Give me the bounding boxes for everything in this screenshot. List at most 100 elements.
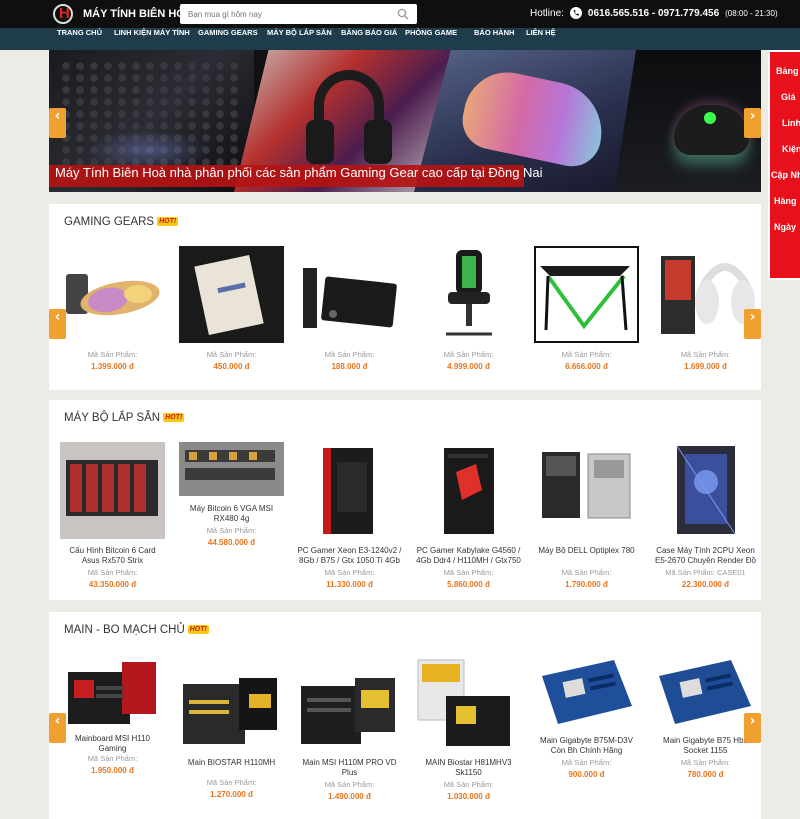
- nav-home[interactable]: TRANG CHỦ: [57, 28, 102, 50]
- mainboards-next-arrow[interactable]: ›: [744, 713, 761, 743]
- product-code: Mã Sản Phẩm: CASE01: [665, 568, 746, 577]
- section-title: GAMING GEARS HoT!: [64, 216, 179, 228]
- product-name[interactable]: Main Gigabyte B75 Hbh Socket 1155: [653, 736, 758, 756]
- site-logo[interactable]: H MÁY TÍNH BIÊN HÒA: [53, 3, 193, 25]
- product-code-label: Mã Sản Phẩm:: [680, 758, 731, 767]
- section-title: MÁY BỘ LẮP SẴN HoT!: [64, 412, 185, 424]
- product-name[interactable]: Main BIOSTAR H110MH: [179, 758, 284, 768]
- product-name[interactable]: Main MSI H110M PRO VD Plus: [297, 758, 402, 778]
- nav-warranty[interactable]: BẢO HÀNH: [474, 28, 514, 50]
- product-price: 5.860.000 đ: [447, 580, 490, 589]
- product-image: [416, 442, 521, 539]
- product-code-label: Mã Sản Phẩm:: [206, 778, 257, 787]
- side-banner-word: Giá: [781, 92, 796, 102]
- product-code-label: Mã Sản Phẩm:: [443, 568, 494, 577]
- banner-razer-mouse-image: [614, 50, 761, 192]
- section-prebuilt-pcs: MÁY BỘ LẮP SẴN HoT! Cấu Hình Bitcoin 6 Ca…: [49, 400, 761, 600]
- product-code-label: Mã Sản Phẩm:: [206, 526, 257, 535]
- product-image: [60, 442, 165, 539]
- product-name[interactable]: Case Máy Tính 2CPU Xeon E5-2670 Chuyên R…: [653, 546, 758, 566]
- logo-text: MÁY TÍNH BIÊN HÒA: [83, 8, 193, 20]
- product-name[interactable]: PC Gamer Kabylake G4560 / 4Gb Ddr4 / H11…: [416, 546, 521, 566]
- product-image: [653, 246, 758, 343]
- product-code-label: Mã Sản Phẩm:: [324, 568, 375, 577]
- product-name[interactable]: MAIN Biostar H81MHV3 Sk1150: [416, 758, 521, 778]
- product-price: 4.999.000 đ: [447, 362, 490, 371]
- gaming-gears-prev-arrow[interactable]: ‹: [49, 309, 66, 339]
- nav-computer-parts[interactable]: LINH KIỆN MÁY TÍNH: [114, 28, 190, 50]
- product-image: [297, 670, 402, 750]
- product-image: [179, 246, 284, 343]
- section-mainboards: MAIN - BO MẠCH CHỦ HoT! Mainboard MSI H11…: [49, 612, 761, 819]
- product-price: 188.000 đ: [331, 362, 368, 371]
- product-image: [179, 670, 284, 750]
- product-image: [60, 246, 165, 343]
- product-image: [60, 656, 165, 728]
- product-name[interactable]: Máy Bộ DELL Optiplex 780: [534, 546, 639, 556]
- nav-prebuilt-pcs[interactable]: MÁY BỘ LẮP SẴN: [267, 28, 332, 50]
- product-image: [297, 442, 402, 539]
- banner-next-arrow[interactable]: ›: [744, 108, 761, 138]
- product-price: 1.699.000 đ: [684, 362, 727, 371]
- product-price: 1.030.000 đ: [447, 792, 490, 801]
- product-image: [534, 246, 639, 343]
- product-code-label: Mã Sản Phẩm:: [87, 350, 138, 359]
- product-price: 1.270.000 đ: [210, 790, 253, 799]
- product-name[interactable]: Máy Bitcoin 6 VGA MSI RX480 4g: [179, 504, 284, 524]
- product-price: 1.399.000 đ: [91, 362, 134, 371]
- gaming-gears-next-arrow[interactable]: ›: [744, 309, 761, 339]
- hotline: Hotline: 0616.565.516 - 0971.779.456 (08…: [530, 7, 778, 19]
- section-gaming-gears: GAMING GEARS HoT! Mã Sản Phẩm: 1.399.000 …: [49, 204, 761, 390]
- product-price: 11.330.000 đ: [326, 580, 373, 589]
- product-price: 1.790.000 đ: [565, 580, 608, 589]
- nav-price-list[interactable]: BẢNG BÁO GIÁ: [341, 28, 397, 50]
- phone-icon: [569, 7, 582, 19]
- search-box: [180, 4, 417, 25]
- search-input[interactable]: [180, 4, 390, 25]
- product-name[interactable]: Mainboard MSI H110 Gaming: [60, 734, 165, 754]
- top-bar: H MÁY TÍNH BIÊN HÒA Hotline: 0616.565.51…: [0, 0, 800, 28]
- nav-contact[interactable]: LIÊN HỆ: [526, 28, 556, 50]
- hotline-label: Hotline:: [530, 7, 564, 19]
- product-image: [534, 656, 639, 728]
- product-price: 43.350.000 đ: [88, 580, 137, 589]
- logo-icon: H: [53, 3, 79, 25]
- search-icon[interactable]: [397, 8, 409, 20]
- nav-game-room[interactable]: PHÒNG GAME: [405, 28, 457, 50]
- hot-badge: HoT!: [157, 217, 179, 226]
- mainboards-prev-arrow[interactable]: ‹: [49, 713, 66, 743]
- product-code-label: Mã Sản Phẩm:: [87, 568, 138, 577]
- product-price: 6.666.000 đ: [565, 362, 608, 371]
- banner-prev-arrow[interactable]: ‹: [49, 108, 66, 138]
- product-code-label: Mã Sản Phẩm:: [324, 780, 375, 789]
- side-banner-word: Cập Nhật: [771, 170, 800, 180]
- product-name[interactable]: Cấu Hình Bitcoin 6 Card Asus Rx570 Strix: [60, 546, 165, 566]
- product-image: [297, 246, 402, 343]
- product-image: [653, 442, 758, 539]
- main-nav: TRANG CHỦ LINH KIỆN MÁY TÍNH GAMING GEAR…: [0, 28, 800, 50]
- product-image: [416, 656, 521, 750]
- hot-badge: HoT!: [187, 625, 209, 634]
- product-image: [416, 246, 521, 343]
- product-image: [534, 442, 639, 522]
- banner-caption: Máy Tính Biên Hoà nhà phân phối các sản …: [49, 165, 543, 187]
- product-price: 450.000 đ: [213, 362, 250, 371]
- nav-gaming-gears[interactable]: GAMING GEARS: [198, 28, 258, 50]
- product-code-label: Mã Sản Phẩm:: [561, 568, 612, 577]
- product-code-label: Mã Sản Phẩm:: [680, 350, 731, 359]
- hotline-numbers[interactable]: 0616.565.516 - 0971.779.456: [588, 8, 719, 19]
- product-name[interactable]: PC Gamer Xeon E3-1240v2 / 8Gb / B75 / Gt…: [297, 546, 402, 566]
- product-price: 22.300.000 đ: [681, 580, 730, 589]
- side-banner-word: Linh: [782, 118, 800, 128]
- product-code-label: Mã Sản Phẩm:: [324, 350, 375, 359]
- side-banner-word: Kiện: [782, 144, 800, 154]
- product-price: 44.580.000 đ: [207, 538, 256, 547]
- product-code-label: Mã Sản Phẩm:: [561, 758, 612, 767]
- product-price: 1.950.000 đ: [91, 766, 134, 775]
- side-price-banner[interactable]: Bảng Giá Linh Kiện Cập Nhật Hàng Ngày: [768, 50, 800, 280]
- product-image: [653, 656, 758, 728]
- product-code-label: Mã Sản Phẩm:: [443, 350, 494, 359]
- side-banner-word: Ngày: [774, 222, 797, 232]
- product-name[interactable]: Main Gigabyte B75M-D3V Còn Bh Chính Hãng: [534, 736, 639, 756]
- section-title: MAIN - BO MẠCH CHỦ HoT!: [64, 624, 209, 636]
